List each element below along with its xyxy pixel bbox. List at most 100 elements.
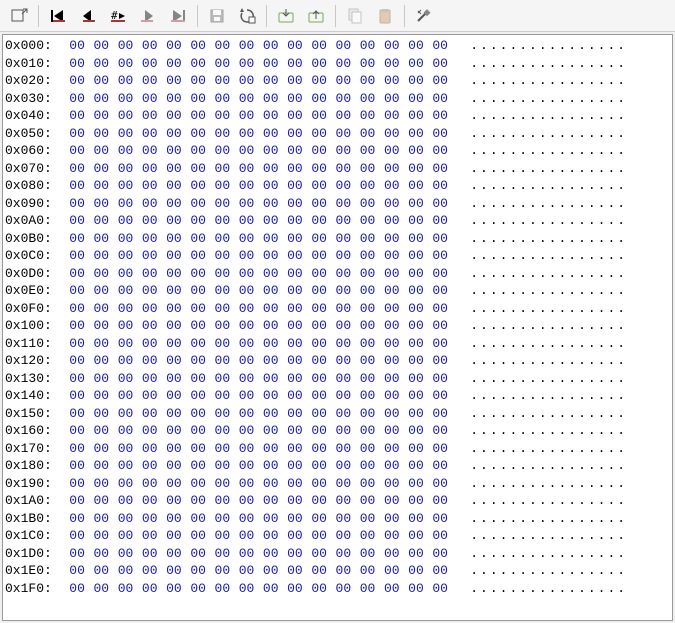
hex-byte[interactable]: 00: [355, 353, 379, 368]
hex-byte[interactable]: 00: [162, 563, 186, 578]
hex-byte[interactable]: 00: [404, 91, 428, 106]
hex-byte[interactable]: 00: [428, 528, 452, 543]
hex-byte[interactable]: 00: [234, 563, 258, 578]
hex-byte[interactable]: 00: [307, 56, 331, 71]
hex-byte[interactable]: 00: [428, 353, 452, 368]
hex-byte[interactable]: 00: [210, 458, 234, 473]
hex-byte[interactable]: 00: [380, 353, 404, 368]
hex-byte[interactable]: 00: [355, 563, 379, 578]
hex-byte[interactable]: 00: [355, 301, 379, 316]
hex-byte[interactable]: 00: [331, 441, 355, 456]
hex-byte[interactable]: 00: [307, 406, 331, 421]
hex-byte[interactable]: 00: [307, 493, 331, 508]
hex-byte[interactable]: 00: [283, 161, 307, 176]
hex-byte[interactable]: 00: [113, 38, 137, 53]
hex-byte[interactable]: 00: [89, 73, 113, 88]
hex-byte[interactable]: 00: [113, 248, 137, 263]
hex-bytes[interactable]: 00000000000000000000000000000000: [65, 405, 452, 423]
hex-byte[interactable]: 00: [162, 388, 186, 403]
hex-byte[interactable]: 00: [210, 423, 234, 438]
hex-byte[interactable]: 00: [355, 371, 379, 386]
hex-byte[interactable]: 00: [283, 248, 307, 263]
hex-byte[interactable]: 00: [186, 423, 210, 438]
hex-byte[interactable]: 00: [331, 266, 355, 281]
hex-byte[interactable]: 00: [404, 56, 428, 71]
hex-byte[interactable]: 00: [355, 458, 379, 473]
hex-byte[interactable]: 00: [138, 196, 162, 211]
hex-byte[interactable]: 00: [210, 91, 234, 106]
hex-byte[interactable]: 00: [186, 126, 210, 141]
hex-byte[interactable]: 00: [404, 213, 428, 228]
import-button[interactable]: [271, 3, 301, 29]
hex-byte[interactable]: 00: [404, 528, 428, 543]
hex-byte[interactable]: 00: [355, 143, 379, 158]
hex-byte[interactable]: 00: [428, 476, 452, 491]
hex-byte[interactable]: 00: [186, 91, 210, 106]
hex-byte[interactable]: 00: [307, 546, 331, 561]
hex-byte[interactable]: 00: [138, 423, 162, 438]
hex-byte[interactable]: 00: [210, 196, 234, 211]
ascii-column[interactable]: ................: [452, 177, 627, 195]
ascii-column[interactable]: ................: [452, 142, 627, 160]
hex-byte[interactable]: 00: [259, 371, 283, 386]
hex-byte[interactable]: 00: [65, 38, 89, 53]
hex-byte[interactable]: 00: [355, 161, 379, 176]
hex-byte[interactable]: 00: [234, 528, 258, 543]
hex-row[interactable]: 0x180:00000000000000000000000000000000..…: [3, 457, 672, 475]
ascii-column[interactable]: ................: [452, 492, 627, 510]
ascii-column[interactable]: ................: [452, 475, 627, 493]
hex-bytes[interactable]: 00000000000000000000000000000000: [65, 160, 452, 178]
hex-byte[interactable]: 00: [283, 581, 307, 596]
hex-byte[interactable]: 00: [380, 301, 404, 316]
hex-bytes[interactable]: 00000000000000000000000000000000: [65, 230, 452, 248]
hex-byte[interactable]: 00: [259, 511, 283, 526]
hex-byte[interactable]: 00: [162, 283, 186, 298]
hex-byte[interactable]: 00: [186, 441, 210, 456]
hex-byte[interactable]: 00: [234, 441, 258, 456]
hex-byte[interactable]: 00: [162, 528, 186, 543]
hex-byte[interactable]: 00: [138, 563, 162, 578]
ascii-column[interactable]: ................: [452, 545, 627, 563]
hex-byte[interactable]: 00: [89, 511, 113, 526]
hex-byte[interactable]: 00: [65, 441, 89, 456]
hex-bytes[interactable]: 00000000000000000000000000000000: [65, 72, 452, 90]
hex-byte[interactable]: 00: [307, 283, 331, 298]
ascii-column[interactable]: ................: [452, 195, 627, 213]
hex-byte[interactable]: 00: [138, 73, 162, 88]
hex-byte[interactable]: 00: [65, 528, 89, 543]
hex-bytes[interactable]: 00000000000000000000000000000000: [65, 55, 452, 73]
ascii-column[interactable]: ................: [452, 300, 627, 318]
hex-byte[interactable]: 00: [380, 493, 404, 508]
hex-row[interactable]: 0x1A0:00000000000000000000000000000000..…: [3, 492, 672, 510]
hex-byte[interactable]: 00: [89, 493, 113, 508]
hex-byte[interactable]: 00: [138, 301, 162, 316]
hex-byte[interactable]: 00: [307, 441, 331, 456]
hex-byte[interactable]: 00: [283, 406, 307, 421]
hex-byte[interactable]: 00: [404, 353, 428, 368]
hex-byte[interactable]: 00: [113, 458, 137, 473]
hex-byte[interactable]: 00: [234, 108, 258, 123]
hex-byte[interactable]: 00: [65, 318, 89, 333]
hex-byte[interactable]: 00: [210, 581, 234, 596]
hex-bytes[interactable]: 00000000000000000000000000000000: [65, 492, 452, 510]
hex-byte[interactable]: 00: [162, 38, 186, 53]
hex-byte[interactable]: 00: [331, 248, 355, 263]
hex-byte[interactable]: 00: [283, 528, 307, 543]
hex-byte[interactable]: 00: [89, 546, 113, 561]
hex-byte[interactable]: 00: [113, 511, 137, 526]
hex-byte[interactable]: 00: [234, 476, 258, 491]
hex-byte[interactable]: 00: [162, 73, 186, 88]
hex-byte[interactable]: 00: [259, 283, 283, 298]
ascii-column[interactable]: ................: [452, 125, 627, 143]
hex-byte[interactable]: 00: [331, 196, 355, 211]
hex-row[interactable]: 0x0F0:00000000000000000000000000000000..…: [3, 300, 672, 318]
hex-byte[interactable]: 00: [234, 213, 258, 228]
hex-byte[interactable]: 00: [307, 213, 331, 228]
hex-byte[interactable]: 00: [186, 213, 210, 228]
hex-byte[interactable]: 00: [283, 388, 307, 403]
hex-byte[interactable]: 00: [186, 563, 210, 578]
hex-byte[interactable]: 00: [380, 476, 404, 491]
hex-byte[interactable]: 00: [404, 336, 428, 351]
hex-byte[interactable]: 00: [65, 196, 89, 211]
hex-byte[interactable]: 00: [331, 108, 355, 123]
